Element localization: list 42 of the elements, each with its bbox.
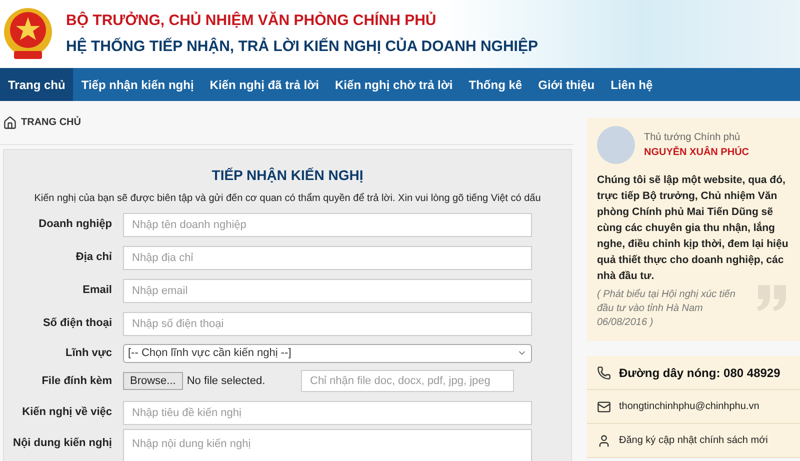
subscribe-link[interactable]: Đăng ký cập nhật chính sách mới bbox=[619, 433, 768, 448]
nav-tab[interactable]: Liên hệ bbox=[602, 68, 661, 101]
field-label: Nội dung kiến nghị bbox=[12, 436, 112, 451]
field-label: Email bbox=[82, 283, 112, 298]
text-input-field[interactable]: Nhập địa chỉ bbox=[123, 246, 532, 270]
quote-author: NGUYỄN XUÂN PHÚC bbox=[644, 145, 750, 160]
quote-source: ( Phát biểu tại Hội nghị xúc tiến đầu tư vào tỉnh Hà Nam 06/08/2016 ) bbox=[597, 288, 736, 330]
field-label: Số điện thoại bbox=[42, 316, 112, 332]
header-subtitle: HỆ THỐNG TIẾP NHẬN, TRẢ LỜI KIẾN NGHỊ CỦA DOANH NGHIỆP bbox=[66, 36, 538, 56]
nav-tab[interactable]: Kiến nghị đã trả lời bbox=[202, 68, 328, 101]
text-input-field[interactable]: Nhập số điện thoại bbox=[123, 312, 532, 336]
phone-icon bbox=[597, 366, 611, 380]
email-icon bbox=[597, 400, 611, 414]
text-input-field[interactable]: Nhập email bbox=[123, 278, 532, 302]
nav-tab[interactable]: Giới thiệu bbox=[530, 68, 603, 101]
file-note-field[interactable]: Chỉ nhận file doc, docx, pdf, jpg, jpeg bbox=[301, 370, 514, 392]
text-input-field[interactable]: Nhập tên doanh nghiệp bbox=[123, 212, 532, 236]
nav-tab[interactable]: Thống kê bbox=[460, 68, 530, 101]
text-input-field[interactable]: Nhập tiêu đề kiến nghị bbox=[123, 400, 532, 424]
home-icon bbox=[3, 116, 17, 130]
nav-tab[interactable]: Trang chủ bbox=[0, 68, 74, 101]
form-title: TIẾP NHẬN KIẾN NGHỊ bbox=[212, 166, 364, 185]
email-link[interactable]: thongtinchinhphu@chinhphu.vn bbox=[619, 399, 760, 414]
field-label: Lĩnh vực bbox=[64, 346, 112, 361]
nav-tab[interactable]: Kiến nghị chờ trả lời bbox=[327, 68, 461, 101]
nav-tab[interactable]: Tiếp nhận kiến nghị bbox=[73, 68, 202, 101]
form-note: Kiến nghị của bạn sẽ được biên tập và gửi đến cơ quan có thẩm quyền để trả lời. Xin vui lòng gõ tiếng Việt có dấu bbox=[34, 192, 541, 206]
file-status-text: No file selected. bbox=[186, 374, 266, 389]
browse-button[interactable]: Browse... bbox=[123, 372, 183, 390]
header-title: BỘ TRƯỞNG, CHỦ NHIỆM VĂN PHÒNG CHÍNH PHỦ bbox=[66, 10, 438, 31]
user-icon bbox=[597, 434, 611, 448]
hotline-text: Đường dây nóng: 080 48929 bbox=[619, 364, 780, 382]
field-label: Doanh nghiệp bbox=[38, 217, 112, 232]
quote-role: Thủ tướng Chính phủ bbox=[644, 131, 742, 145]
textarea-field[interactable]: Nhập nội dung kiến nghị bbox=[123, 429, 532, 461]
select-dropdown[interactable]: [-- Chọn lĩnh vực cần kiến nghị --] bbox=[123, 344, 532, 362]
field-label: Địa chỉ bbox=[74, 250, 112, 266]
breadcrumb-link[interactable]: TRANG CHỦ bbox=[21, 115, 81, 130]
avatar-placeholder bbox=[597, 126, 635, 164]
quote-text: Chúng tôi sẽ lập một website, qua đó, trực tiếp Bộ trưởng, Chủ nhiệm Văn phòng Chính phủ Mai Tiến Dũng sẽ cùng các chuyên gia thu nhận, lắng nghe, điều chỉnh kịp thời, đem lại hiệu quả thiết thực cho doanh nghiệp, các nhà đầu tư. bbox=[597, 173, 790, 284]
field-label: File đính kèm bbox=[40, 374, 112, 389]
field-label: Kiến nghị về việc bbox=[21, 405, 112, 420]
